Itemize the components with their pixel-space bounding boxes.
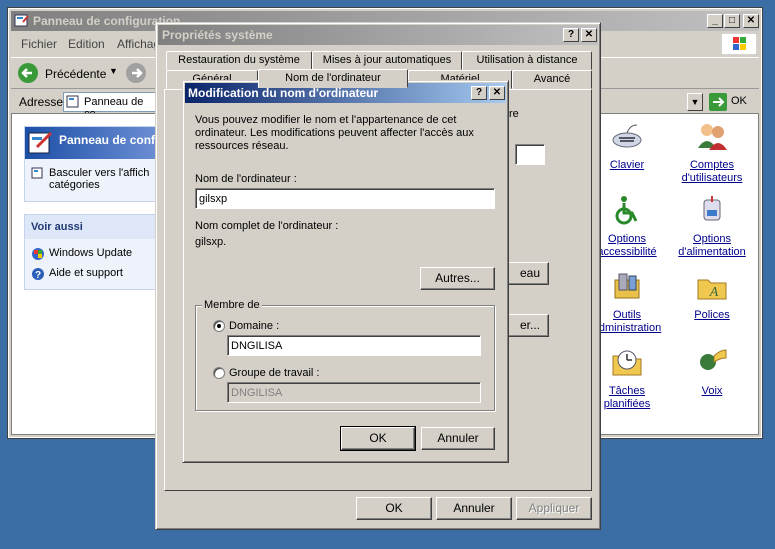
rename-close-button[interactable]: ✕ <box>489 86 505 100</box>
help-icon: ? <box>32 268 44 281</box>
maximize-button[interactable]: □ <box>724 14 740 28</box>
svg-text:A: A <box>709 285 719 300</box>
address-label: Adresse <box>19 95 64 109</box>
member-of-group: Membre de Domaine : Groupe de travail : <box>195 299 495 411</box>
back-button-label[interactable]: Précédente <box>45 67 106 81</box>
user-accounts-item[interactable]: Comptes d'utilisateurs <box>672 120 752 185</box>
fonts-item[interactable]: A Polices <box>672 270 752 322</box>
switch-view-label: Basculer vers l'affich catégories <box>49 167 150 191</box>
full-name-value: gilsxp. <box>195 236 227 248</box>
partial-id-button[interactable]: eau <box>505 262 549 285</box>
menu-file[interactable]: Fichier <box>21 37 57 51</box>
workgroup-input[interactable] <box>227 382 481 403</box>
see-also-title: Voir aussi <box>25 215 163 239</box>
member-of-label: Membre de <box>202 299 262 311</box>
power-options-label: Options d'alimentation <box>678 233 746 258</box>
back-arrow-icon[interactable] <box>17 62 39 84</box>
control-panel-large-icon <box>28 131 53 154</box>
control-panel-icon <box>14 14 29 27</box>
power-options-item[interactable]: Options d'alimentation <box>672 194 752 259</box>
tab-remote[interactable]: Utilisation à distance <box>462 51 592 70</box>
control-panel-task-box: Panneau de confi Basculer vers l'affich … <box>24 126 164 202</box>
tab-advanced[interactable]: Avancé <box>512 70 592 89</box>
domain-input[interactable] <box>227 335 481 356</box>
domain-radio[interactable] <box>213 320 225 332</box>
help-support-label: Aide et support <box>49 267 123 279</box>
task-box-title: Panneau de confi <box>59 133 159 147</box>
switch-view-link[interactable]: Basculer vers l'affich catégories <box>25 159 163 201</box>
address-input[interactable]: Panneau de co <box>63 92 158 120</box>
windows-update-label: Windows Update <box>49 247 133 259</box>
windows-update-link[interactable]: Windows Update <box>25 239 163 263</box>
fonts-icon: A <box>697 279 727 300</box>
speech-icon <box>700 349 727 370</box>
power-options-icon <box>703 196 721 221</box>
computer-name-input[interactable] <box>195 188 495 209</box>
accessibility-icon <box>615 196 638 225</box>
system-properties-title: Propriétés système <box>162 28 273 42</box>
control-panel-small-icon <box>66 95 79 108</box>
full-name-label: Nom complet de l'ordinateur : <box>195 220 339 232</box>
rename-dialog-title: Modification du nom d'ordinateur <box>188 86 379 100</box>
menu-view[interactable]: Affichag <box>117 37 160 51</box>
go-arrow-icon[interactable] <box>709 93 727 111</box>
forward-arrow-icon[interactable] <box>125 62 147 84</box>
left-task-panel: Panneau de confi Basculer vers l'affich … <box>24 126 164 302</box>
see-also-box: Voir aussi Windows Update ? Aide et supp… <box>24 214 164 290</box>
workgroup-label: Groupe de travail : <box>229 367 320 379</box>
help-support-link[interactable]: ? Aide et support <box>25 263 163 289</box>
domain-label: Domaine : <box>229 320 280 332</box>
task-box-header: Panneau de confi <box>25 127 163 159</box>
sp-close-button[interactable]: ✕ <box>581 28 597 42</box>
admin-tools-icon <box>614 273 640 299</box>
sp-cancel-button[interactable]: Annuler <box>436 497 512 520</box>
close-button[interactable]: ✕ <box>743 14 759 28</box>
partial-description-field[interactable] <box>515 144 545 165</box>
partial-text-re: re <box>509 108 519 120</box>
back-dropdown-icon[interactable]: ▼ <box>109 66 118 76</box>
svg-text:?: ? <box>35 270 41 281</box>
address-dropdown-button[interactable]: ▼ <box>687 93 703 111</box>
workgroup-radio[interactable] <box>213 367 225 379</box>
fonts-label: Polices <box>694 309 730 321</box>
user-accounts-label: Comptes d'utilisateurs <box>681 159 743 184</box>
sp-apply-button[interactable]: Appliquer <box>516 497 592 520</box>
sp-help-button[interactable]: ? <box>563 28 579 42</box>
rename-computer-dialog: Modification du nom d'ordinateur ? ✕ Vou… <box>182 80 509 463</box>
computer-name-label: Nom de l'ordinateur : <box>195 173 297 185</box>
tab-automatic-updates[interactable]: Mises à jour automatiques <box>312 51 462 70</box>
user-accounts-icon <box>698 124 727 150</box>
switch-view-icon <box>31 167 43 179</box>
scheduled-tasks-icon <box>612 350 642 376</box>
sp-ok-button[interactable]: OK <box>356 497 432 520</box>
rename-ok-button[interactable]: OK <box>340 426 416 451</box>
rename-description: Vous pouvez modifier le nom et l'apparte… <box>195 114 474 152</box>
minimize-button[interactable]: _ <box>707 14 723 28</box>
tab-system-restore[interactable]: Restauration du système <box>166 51 312 70</box>
tab-computer-name[interactable]: Nom de l'ordinateur <box>258 69 408 88</box>
windows-update-icon <box>32 248 44 260</box>
keyboard-icon <box>612 124 642 148</box>
rename-cancel-button[interactable]: Annuler <box>421 427 495 450</box>
speech-label: Voix <box>701 385 723 397</box>
rename-help-button[interactable]: ? <box>471 86 487 100</box>
windows-logo-icon <box>721 33 757 55</box>
more-button[interactable]: Autres... <box>420 267 495 290</box>
system-properties-titlebar[interactable]: Propriétés système ? ✕ <box>158 25 598 45</box>
partial-change-button[interactable]: er... <box>505 314 549 337</box>
menu-edit[interactable]: Edition <box>68 37 105 51</box>
go-button[interactable]: OK <box>731 95 747 107</box>
speech-item[interactable]: Voix <box>672 346 752 398</box>
